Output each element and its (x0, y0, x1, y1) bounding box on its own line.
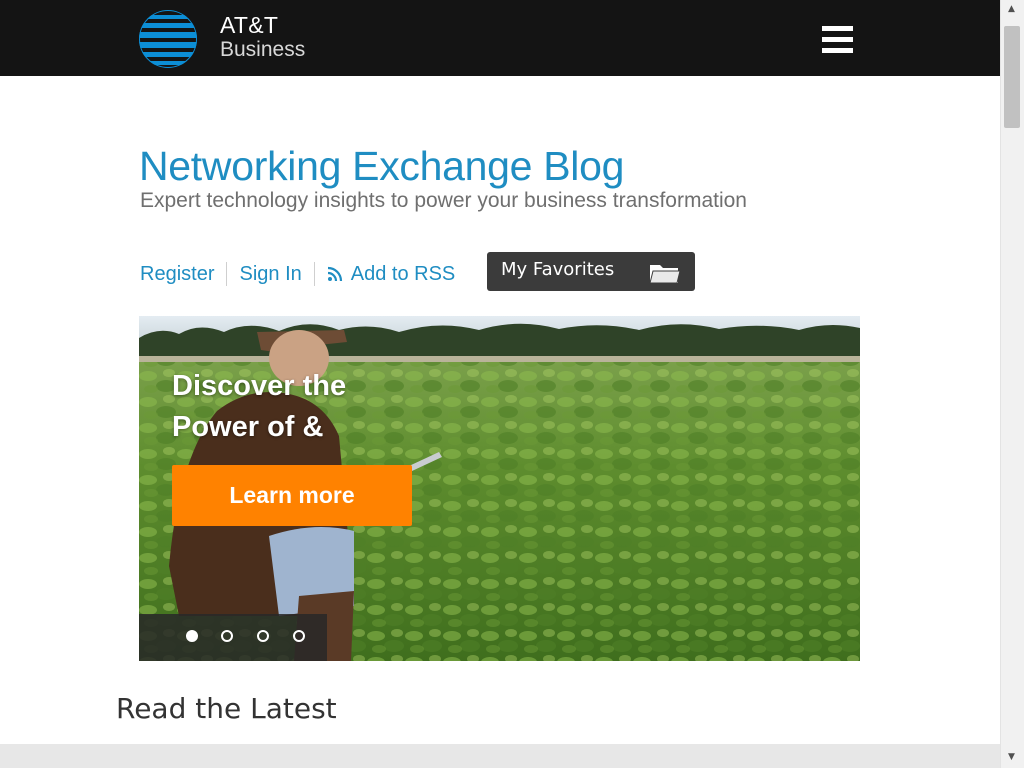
read-latest-heading: Read the Latest (116, 692, 337, 725)
att-globe-logo-icon[interactable] (138, 8, 198, 70)
hero-heading: Discover the Power of & (172, 370, 347, 443)
carousel-dot-3[interactable] (257, 630, 269, 642)
hamburger-menu-icon[interactable] (822, 26, 853, 53)
add-to-rss-link[interactable]: Add to RSS (351, 263, 456, 286)
learn-more-button[interactable]: Learn more (172, 465, 412, 526)
sign-in-link[interactable]: Sign In (239, 263, 301, 286)
carousel-dot-4[interactable] (293, 630, 305, 642)
menu-bar (822, 37, 853, 42)
scrollbar-thumb[interactable] (1004, 26, 1020, 128)
my-favorites-button[interactable]: My Favorites (487, 252, 695, 291)
my-favorites-label: My Favorites (501, 259, 615, 280)
site-header: AT&T Business (0, 0, 1000, 76)
register-link[interactable]: Register (140, 263, 214, 286)
account-links: Register Sign In Add to RSS (140, 259, 455, 289)
scroll-down-arrow-icon[interactable]: ▼ (1008, 753, 1015, 762)
carousel-dot-1[interactable] (186, 630, 198, 642)
brand-name[interactable]: AT&T Business (220, 12, 306, 61)
menu-bar (822, 48, 853, 53)
menu-bar (822, 26, 853, 31)
divider (226, 262, 228, 286)
carousel-pagination (139, 614, 327, 661)
vertical-scrollbar[interactable]: ▲ ▼ (1000, 0, 1024, 768)
hero-carousel: Discover the Power of & Learn more (139, 316, 860, 661)
folder-icon (649, 265, 681, 284)
scroll-up-arrow-icon[interactable]: ▲ (1008, 5, 1015, 14)
divider (313, 262, 315, 286)
page-title: Networking Exchange Blog (139, 143, 625, 189)
carousel-dot-2[interactable] (221, 630, 233, 642)
page-subtitle: Expert technology insights to power your… (140, 189, 747, 212)
brand-line-business: Business (220, 38, 306, 61)
rss-icon[interactable] (327, 266, 343, 282)
brand-line-att: AT&T (220, 12, 279, 38)
page-bottom-strip (0, 744, 1000, 768)
